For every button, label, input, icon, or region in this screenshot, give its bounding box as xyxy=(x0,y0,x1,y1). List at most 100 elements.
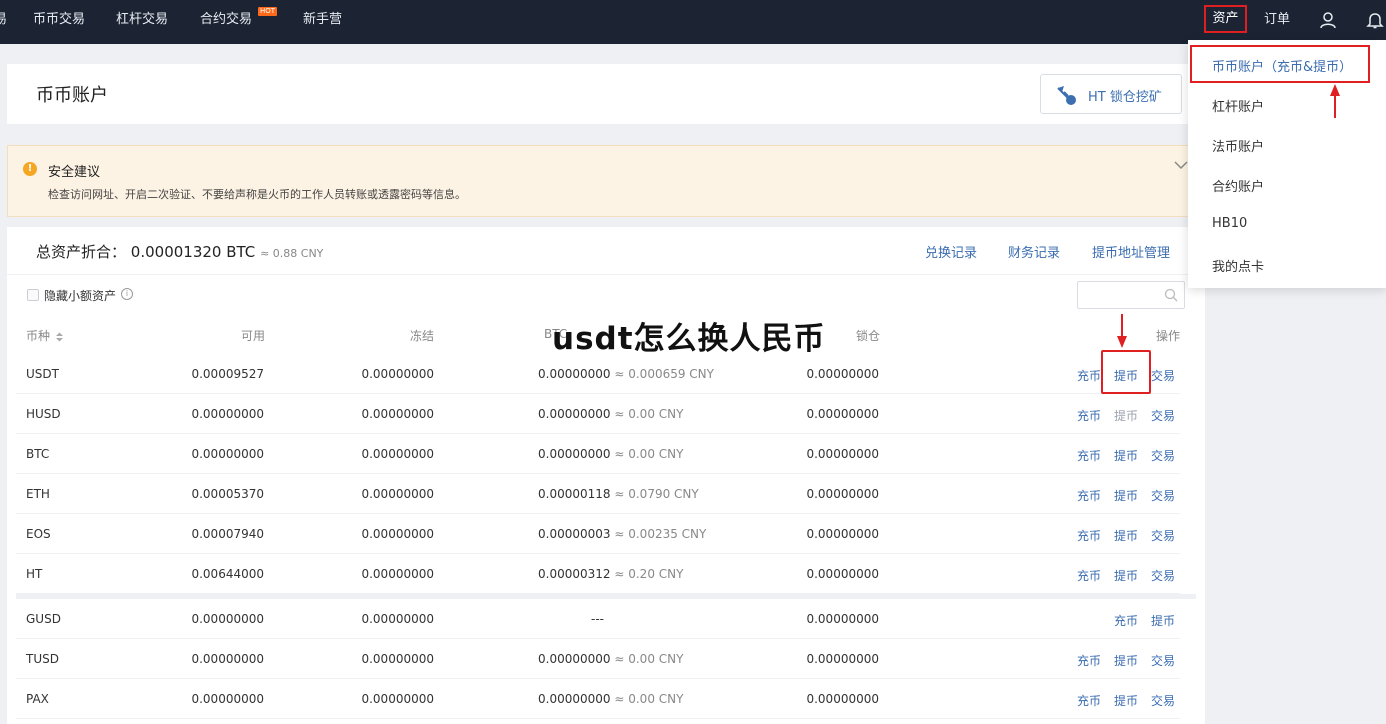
frozen-amount: 0.00000000 xyxy=(361,367,434,381)
column-header-available: 可用 xyxy=(241,329,266,343)
table-row: PAX 0.00000000 0.00000000 0.00000000 ≈ 0.00… xyxy=(16,679,1180,719)
sort-icon xyxy=(55,332,63,341)
nav-item-exchange[interactable]: 易 xyxy=(0,0,7,44)
btc-value: 0.00000000 ≈ 0.00 CNY xyxy=(538,652,683,666)
deposit-button[interactable]: 充币 xyxy=(1077,652,1101,669)
nav-item-spot-trading[interactable]: 币币交易 xyxy=(33,0,85,44)
locked-amount: 0.00000000 xyxy=(806,487,879,501)
user-icon[interactable] xyxy=(1319,11,1337,29)
withdraw-button[interactable]: 提币 xyxy=(1114,652,1138,669)
cny-amount: ≈ 0.20 CNY xyxy=(614,567,684,581)
trade-button[interactable]: 交易 xyxy=(1151,367,1175,384)
notice-title: 安全建议 xyxy=(48,165,101,180)
ht-lock-mining-label: HT 锁仓挖矿 xyxy=(1088,90,1162,105)
trade-button[interactable]: 交易 xyxy=(1151,652,1175,669)
search-input[interactable] xyxy=(1077,281,1185,309)
coin-name: PAX xyxy=(26,692,49,706)
column-header-coin[interactable]: 币种 xyxy=(26,327,64,344)
trade-button[interactable]: 交易 xyxy=(1151,447,1175,464)
dropdown-item-hb10[interactable]: HB10 xyxy=(1212,216,1247,231)
coin-name: GUSD xyxy=(26,612,61,626)
frozen-amount: 0.00000000 xyxy=(361,527,434,541)
table-row: USDT 0.00009527 0.00000000 0.00000000 ≈ 0.0… xyxy=(16,354,1180,394)
coin-name: USDT xyxy=(26,367,59,381)
deposit-button[interactable]: 充币 xyxy=(1077,567,1101,584)
nav-item-newbie-camp[interactable]: 新手营 xyxy=(303,0,342,44)
withdraw-address-link[interactable]: 提币地址管理 xyxy=(1092,242,1170,261)
dropdown-item-spot-account[interactable]: 币币账户（充币&提币） xyxy=(1212,56,1352,75)
deposit-button[interactable]: 充币 xyxy=(1077,367,1101,384)
available-amount: 0.00000000 xyxy=(191,652,264,666)
nav-item-contract-trading[interactable]: 合约交易 HOT xyxy=(200,0,278,44)
table-row: GUSD 0.00000000 0.00000000 --- 0.00000000 充币提… xyxy=(16,599,1180,639)
deposit-button[interactable]: 充币 xyxy=(1077,407,1101,424)
trade-button[interactable]: 交易 xyxy=(1151,407,1175,424)
trade-button[interactable]: 交易 xyxy=(1151,692,1175,709)
hide-small-assets-label: 隐藏小额资产 xyxy=(44,289,117,303)
security-notice: ! 安全建议 检查访问网址、开启二次验证、不要给声称是火币的工作人员转账或透露密… xyxy=(7,145,1205,217)
dropdown-item-fiat-account[interactable]: 法币账户 xyxy=(1212,136,1264,155)
withdraw-button[interactable]: 提币 xyxy=(1114,447,1138,464)
trade-button[interactable]: 交易 xyxy=(1151,567,1175,584)
hot-badge: HOT xyxy=(258,7,278,16)
hide-small-assets-checkbox[interactable] xyxy=(27,289,39,301)
btc-value: 0.00000000 ≈ 0.00 CNY xyxy=(538,407,683,421)
btc-value: 0.00000000 ≈ 0.00 CNY xyxy=(538,692,683,706)
nav-item-margin-trading[interactable]: 杠杆交易 xyxy=(116,0,168,44)
trade-button[interactable]: 交易 xyxy=(1151,527,1175,544)
withdraw-button[interactable]: 提币 xyxy=(1114,407,1138,424)
dropdown-item-point-card[interactable]: 我的点卡 xyxy=(1212,256,1264,275)
btc-value: 0.00000312 ≈ 0.20 CNY xyxy=(538,567,683,581)
exchange-history-link[interactable]: 兑换记录 xyxy=(925,242,977,261)
coin-name: EOS xyxy=(26,527,51,541)
deposit-button[interactable]: 充币 xyxy=(1077,527,1101,544)
table-row: BTC 0.00000000 0.00000000 0.00000000 ≈ 0.00… xyxy=(16,434,1180,474)
deposit-button[interactable]: 充币 xyxy=(1077,447,1101,464)
dropdown-item-margin-account[interactable]: 杠杆账户 xyxy=(1212,96,1264,115)
highlight-box-withdraw xyxy=(1101,350,1151,394)
table-row: ETH 0.00005370 0.00000000 0.00000118 ≈ 0.07… xyxy=(16,474,1180,514)
cny-amount: ≈ 0.000659 CNY xyxy=(614,367,714,381)
available-amount: 0.00000000 xyxy=(191,612,264,626)
deposit-button[interactable]: 充币 xyxy=(1114,612,1138,629)
withdraw-button[interactable]: 提币 xyxy=(1114,527,1138,544)
btc-amount: 0.00000003 xyxy=(538,527,611,541)
nav-item-contract-label: 合约交易 xyxy=(200,12,253,27)
ht-mining-icon xyxy=(1057,86,1076,105)
locked-amount: 0.00000000 xyxy=(806,447,879,461)
withdraw-button[interactable]: 提币 xyxy=(1114,567,1138,584)
deposit-button[interactable]: 充币 xyxy=(1077,692,1101,709)
btc-value: 0.00000118 ≈ 0.0790 CNY xyxy=(538,487,699,501)
dropdown-item-contract-account[interactable]: 合约账户 xyxy=(1212,176,1264,195)
locked-amount: 0.00000000 xyxy=(806,612,879,626)
chevron-down-icon[interactable] xyxy=(1174,160,1188,170)
assets-dropdown-menu: 币币账户（充币&提币） 杠杆账户 法币账户 合约账户 HB10 我的点卡 xyxy=(1188,40,1386,288)
bell-icon[interactable] xyxy=(1366,11,1384,29)
available-amount: 0.00007940 xyxy=(191,527,264,541)
ht-lock-mining-button[interactable]: HT 锁仓挖矿 xyxy=(1040,74,1182,114)
locked-amount: 0.00000000 xyxy=(806,527,879,541)
table-row: HT 0.00644000 0.00000000 0.00000312 ≈ 0.20 … xyxy=(16,554,1180,594)
table-row: EOS 0.00007940 0.00000000 0.00000003 ≈ 0.00… xyxy=(16,514,1180,554)
trade-button[interactable]: 交易 xyxy=(1151,487,1175,504)
btc-amount: 0.00000000 xyxy=(538,367,611,381)
withdraw-button[interactable]: 提币 xyxy=(1114,692,1138,709)
coin-name: TUSD xyxy=(26,652,59,666)
info-icon[interactable]: i xyxy=(121,288,133,300)
btc-amount: 0.00000118 xyxy=(538,487,611,501)
table-row: TUSD 0.00000000 0.00000000 0.00000000 ≈ 0.0… xyxy=(16,639,1180,679)
frozen-amount: 0.00000000 xyxy=(361,692,434,706)
btc-amount: 0.00000000 xyxy=(538,652,611,666)
available-amount: 0.00009527 xyxy=(191,367,264,381)
coin-name: ETH xyxy=(26,487,50,501)
withdraw-button[interactable]: 提币 xyxy=(1114,487,1138,504)
locked-amount: 0.00000000 xyxy=(806,367,879,381)
divider xyxy=(7,274,1205,275)
finance-history-link[interactable]: 财务记录 xyxy=(1008,242,1060,261)
cny-amount: ≈ 0.00 CNY xyxy=(614,652,684,666)
deposit-button[interactable]: 充币 xyxy=(1077,487,1101,504)
orders-menu-button[interactable]: 订单 xyxy=(1264,0,1290,44)
withdraw-button[interactable]: 提币 xyxy=(1151,612,1175,629)
assets-menu-button[interactable]: 资产 xyxy=(1204,5,1247,33)
column-header-coin-label: 币种 xyxy=(26,329,51,343)
